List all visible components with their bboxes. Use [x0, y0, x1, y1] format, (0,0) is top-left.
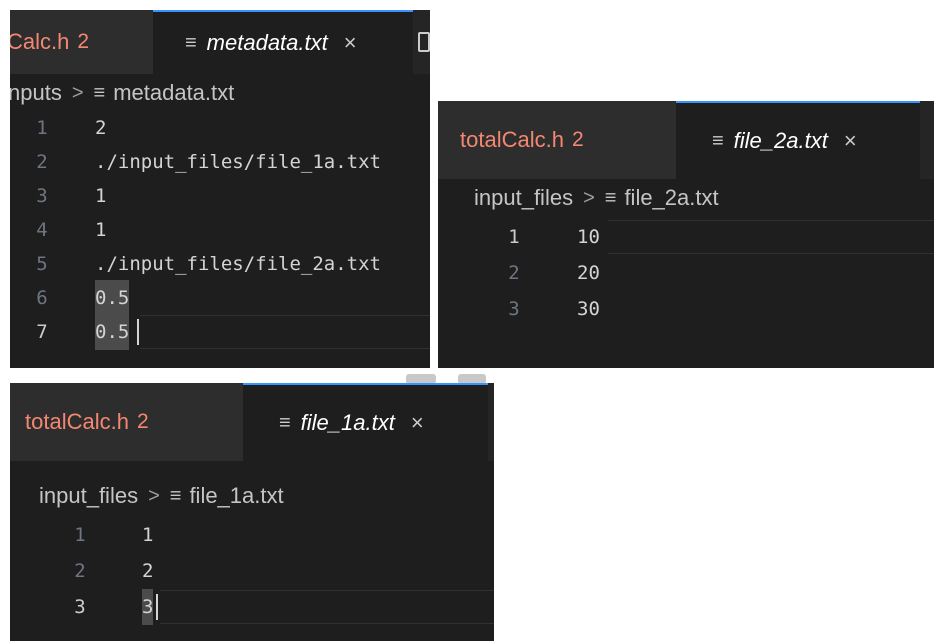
tab-label: totalCalc.h — [25, 409, 129, 434]
code-line: 1 1 — [10, 517, 494, 553]
close-icon[interactable]: × — [344, 30, 357, 56]
line-number: 3 — [508, 298, 520, 320]
code-editor[interactable]: 1 10 2 20 3 30 — [438, 219, 934, 368]
breadcrumb-folder[interactable]: input_files — [474, 185, 573, 211]
breadcrumb-folder[interactable]: nputs — [10, 80, 62, 106]
code-line: 4 1 — [10, 212, 430, 248]
code-line: 2 ./input_files/file_1a.txt — [10, 144, 430, 180]
code-line: 2 20 — [438, 255, 934, 291]
chevron-right-icon: > — [71, 81, 84, 104]
breadcrumb-file[interactable]: metadata.txt — [113, 80, 234, 106]
line-text: 0.5 — [95, 280, 130, 316]
text-cursor — [137, 319, 139, 345]
tab-label: totalCalc.h — [460, 127, 564, 152]
tab-bar: totalCalc.h 2 ≡ file_2a.txt × — [438, 101, 934, 179]
line-number: 2 — [508, 262, 520, 284]
chevron-right-icon: > — [148, 484, 160, 507]
line-text: 30 — [577, 298, 600, 320]
lines-icon: ≡ — [169, 484, 182, 507]
line-number: 1 — [508, 226, 520, 248]
line-number: 1 — [74, 524, 86, 546]
close-icon[interactable]: × — [844, 128, 857, 154]
text-cursor — [156, 594, 158, 620]
problem-count-badge: 2 — [77, 30, 90, 53]
breadcrumb-folder[interactable]: input_files — [39, 483, 138, 509]
code-line-current: 7 0.5 — [10, 314, 430, 350]
code-editor[interactable]: 1 1 2 2 3 3 — [10, 517, 494, 641]
line-number: 5 — [36, 253, 48, 275]
problem-count-badge: 2 — [136, 410, 149, 433]
current-line-highlight — [608, 220, 934, 254]
tab-bar: Calc.h 2 ≡ metadata.txt × — [10, 10, 430, 74]
tab-label: file_2a.txt — [733, 128, 828, 153]
code-line-current: 1 10 — [438, 219, 934, 255]
line-text: 2 — [95, 117, 107, 139]
line-text: 20 — [577, 262, 600, 284]
line-number: 6 — [36, 287, 48, 309]
line-text: 2 — [142, 560, 154, 582]
tab-calc-h[interactable]: Calc.h 2 — [10, 10, 153, 74]
tab-bar: totalCalc.h 2 ≡ file_1a.txt × — [10, 383, 494, 461]
tab-totalcalc-h[interactable]: totalCalc.h 2 — [10, 383, 243, 461]
line-number: 2 — [36, 151, 48, 173]
line-text: 3 — [142, 589, 154, 625]
lines-icon: ≡ — [93, 81, 106, 104]
tab-file-2a-txt[interactable]: ≡ file_2a.txt × — [676, 101, 920, 179]
lines-icon: ≡ — [712, 129, 724, 152]
current-line-highlight — [160, 590, 494, 624]
code-editor[interactable]: 1 2 2 ./input_files/file_1a.txt 3 1 4 1 … — [10, 110, 430, 368]
code-line: 2 2 — [10, 553, 494, 589]
split-editor-icon[interactable] — [418, 32, 430, 52]
tab-file-1a-txt[interactable]: ≡ file_1a.txt × — [243, 383, 488, 461]
tab-metadata-txt[interactable]: ≡ metadata.txt × — [153, 10, 413, 74]
line-number: 7 — [36, 321, 48, 343]
editor-panel-metadata: Calc.h 2 ≡ metadata.txt × nputs > ≡ meta… — [10, 10, 430, 368]
lines-icon: ≡ — [279, 411, 291, 434]
tab-totalcalc-h[interactable]: totalCalc.h 2 — [438, 101, 676, 179]
code-line: 6 0.5 — [10, 280, 430, 316]
line-text: 0.5 — [95, 314, 130, 350]
code-line: 5 ./input_files/file_2a.txt — [10, 246, 430, 282]
breadcrumb-file[interactable]: file_2a.txt — [624, 185, 718, 211]
close-icon[interactable]: × — [411, 410, 424, 436]
breadcrumb: input_files > ≡ file_2a.txt — [474, 179, 719, 217]
code-line: 1 2 — [10, 110, 430, 146]
line-number: 2 — [74, 560, 86, 582]
line-text: 1 — [142, 524, 154, 546]
code-line: 3 1 — [10, 178, 430, 214]
editor-panel-file-1a: totalCalc.h 2 ≡ file_1a.txt × input_file… — [10, 383, 494, 641]
line-text: 10 — [577, 226, 600, 248]
line-text: 1 — [95, 219, 107, 241]
chevron-right-icon: > — [583, 186, 595, 209]
lines-icon: ≡ — [185, 31, 197, 54]
code-line-current: 3 3 — [10, 589, 494, 625]
tab-label: metadata.txt — [206, 30, 328, 55]
line-number: 1 — [36, 117, 48, 139]
line-number: 3 — [36, 185, 48, 207]
lines-icon: ≡ — [604, 186, 617, 209]
tab-label: file_1a.txt — [300, 410, 395, 435]
tab-label: Calc.h — [10, 29, 70, 54]
line-number: 4 — [36, 219, 48, 241]
line-number: 3 — [74, 596, 86, 618]
code-line: 3 30 — [438, 291, 934, 327]
breadcrumb: input_files > ≡ file_1a.txt — [39, 477, 284, 515]
line-text: ./input_files/file_2a.txt — [95, 253, 381, 275]
line-text: 1 — [95, 185, 107, 207]
breadcrumb: nputs > ≡ metadata.txt — [10, 76, 234, 110]
current-line-highlight — [140, 315, 430, 349]
breadcrumb-file[interactable]: file_1a.txt — [189, 483, 283, 509]
problem-count-badge: 2 — [571, 128, 584, 151]
editor-panel-file-2a: totalCalc.h 2 ≡ file_2a.txt × input_file… — [438, 101, 934, 368]
line-text: ./input_files/file_1a.txt — [95, 151, 381, 173]
